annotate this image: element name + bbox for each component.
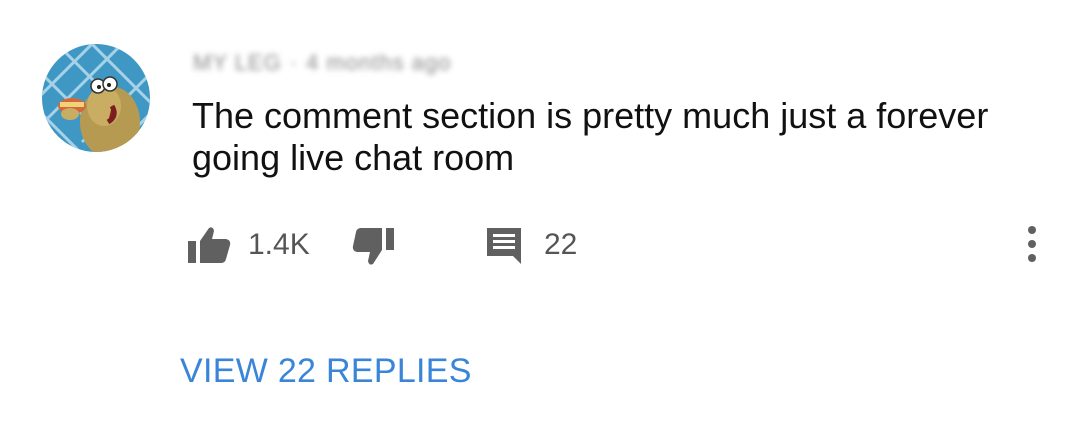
reply-button[interactable]: 22 (484, 224, 577, 266)
comment-meta: MY LEG · 4 months ago (193, 50, 451, 76)
thumbs-down-icon (352, 228, 394, 265)
view-replies-button[interactable]: VIEW 22 REPLIES (180, 352, 472, 391)
comment-bubble-icon (487, 228, 521, 264)
more-options-button[interactable] (1020, 224, 1044, 268)
comment-age: 4 months ago (306, 50, 452, 75)
dislike-button[interactable] (352, 226, 398, 271)
avatar[interactable] (42, 44, 150, 152)
like-count: 1.4K (248, 228, 310, 261)
vertical-ellipsis-icon (1028, 226, 1036, 262)
meta-separator: · (289, 50, 299, 75)
comment-actions: 1.4K 22 (186, 224, 1046, 266)
thumbs-up-icon (188, 227, 231, 263)
comment-author[interactable]: MY LEG (193, 50, 282, 76)
like-button[interactable]: 1.4K (186, 224, 310, 266)
comment-text: The comment section is pretty much just … (192, 95, 989, 178)
avatar-image (42, 44, 150, 152)
reply-count: 22 (544, 228, 578, 261)
